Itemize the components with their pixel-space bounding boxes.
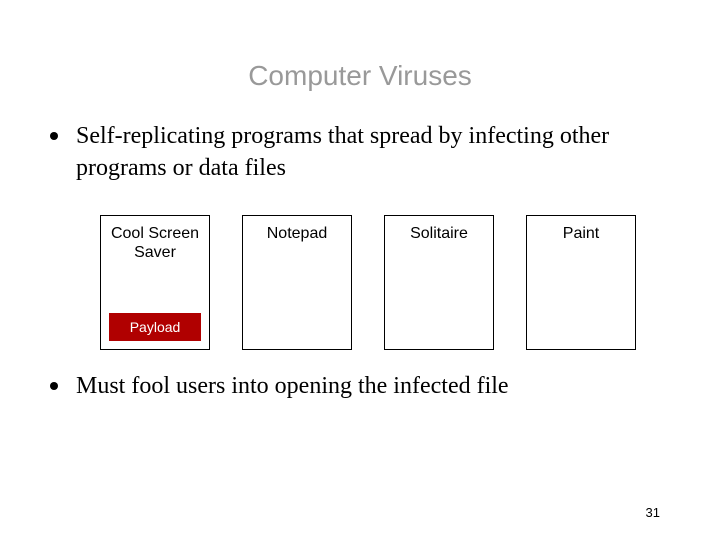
- slide-title: Computer Viruses: [50, 60, 670, 92]
- bullet-text-1: Self-replicating programs that spread by…: [76, 120, 670, 185]
- box-label: Paint: [563, 224, 599, 243]
- bullet-item-1: Self-replicating programs that spread by…: [50, 120, 670, 185]
- box-label: Cool Screen Saver: [101, 224, 209, 262]
- page-number: 31: [646, 505, 660, 520]
- program-box-cool-screen-saver: Cool Screen Saver Payload: [100, 215, 210, 350]
- program-box-notepad: Notepad: [242, 215, 352, 350]
- program-box-paint: Paint: [526, 215, 636, 350]
- bullet-item-2: Must fool users into opening the infecte…: [50, 370, 670, 402]
- program-box-solitaire: Solitaire: [384, 215, 494, 350]
- payload-badge: Payload: [109, 313, 201, 341]
- box-label: Notepad: [267, 224, 328, 243]
- box-label: Solitaire: [410, 224, 468, 243]
- bullet-icon: [50, 132, 58, 140]
- bullet-icon: [50, 382, 58, 390]
- bullet-text-2: Must fool users into opening the infecte…: [76, 370, 509, 402]
- program-boxes-row: Cool Screen Saver Payload Notepad Solita…: [100, 215, 670, 350]
